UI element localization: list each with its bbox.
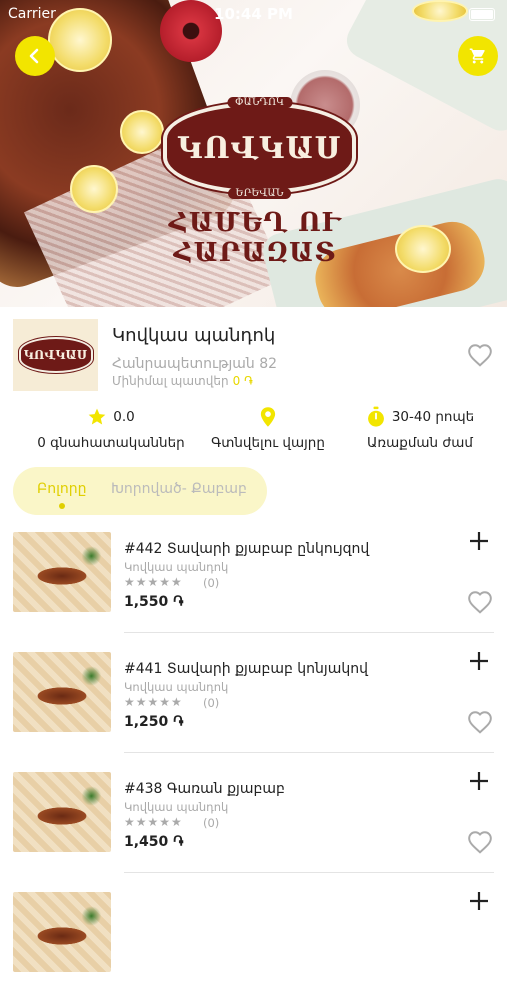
item-restaurant: Կովկաս պանդոկ — [124, 560, 229, 574]
heart-icon — [468, 711, 492, 734]
delivery-time-label: Առաքման ժամ — [367, 435, 473, 451]
heart-icon — [468, 344, 492, 367]
tab-all[interactable]: Բոլորը — [37, 481, 87, 509]
cart-button[interactable] — [458, 36, 498, 76]
star-icon — [88, 408, 106, 425]
status-bar: Carrier 10:44 PM — [0, 0, 507, 28]
item-divider — [124, 872, 494, 873]
plus-icon — [470, 652, 488, 670]
location-label: Գտնվելու վայրը — [211, 435, 325, 451]
active-tab-indicator — [59, 503, 65, 509]
delivery-time-stat: 30-40 րոպե Առաքման ժամ — [350, 406, 490, 451]
add-item-button[interactable] — [468, 888, 490, 918]
item-title: #441 Տավարի քյաբաբ կոնյակով — [124, 661, 368, 677]
heart-icon — [468, 591, 492, 614]
menu-item[interactable]: #441 Տավարի քյաբաբ կոնյակով Կովկաս պանդո… — [0, 640, 507, 760]
item-title: #442 Տավարի քյաբաբ ընկույզով — [124, 541, 370, 557]
add-item-button[interactable] — [468, 768, 490, 798]
item-review-count: (0) — [203, 696, 220, 710]
min-order-label: Մինիմալ պատվեր — [112, 374, 229, 388]
stopwatch-icon — [367, 406, 384, 427]
menu-item[interactable]: #442 Տավարի քյաբաբ ընկույզով Կովկաս պանդ… — [0, 520, 507, 640]
plus-icon — [470, 772, 488, 790]
hero-tagline: ՀԱՄԵՂ ՈՒ ՀԱՐԱԶԱՏ — [168, 208, 342, 268]
restaurant-logo: ԿՈՎԿԱՍ — [13, 319, 98, 391]
item-image — [13, 892, 111, 972]
item-image — [13, 652, 111, 732]
tab-grill-kebab[interactable]: Խորոված- Քաբաբ — [111, 481, 247, 497]
location-pin-icon — [260, 407, 276, 427]
menu-item[interactable]: #438 Գառան քյաբաբ Կովկաս պանդոկ ★★★★★ (0… — [0, 760, 507, 880]
item-price: 1,250 ֏ — [124, 714, 184, 730]
brand-name: ԿՈՎԿԱՍ — [177, 130, 342, 166]
battery-icon — [469, 8, 495, 21]
item-restaurant: Կովկաս պանդոկ — [124, 680, 229, 694]
item-price: 1,550 ֏ — [124, 594, 184, 610]
delivery-time-value: 30-40 րոպե — [391, 409, 475, 425]
add-item-button[interactable] — [468, 528, 490, 558]
back-button[interactable] — [15, 36, 55, 76]
restaurant-address: Հանրապետության 82 — [112, 356, 278, 372]
item-stars: ★★★★★ — [124, 695, 183, 709]
tab-all-label: Բոլորը — [37, 481, 87, 497]
hero-banner: ՓԱՆԴՈԿ ԿՈՎԿԱՍ ԵՐԵՎԱՆ ՀԱՄԵՂ ՈՒ ՀԱՐԱԶԱՏ — [0, 0, 507, 307]
rating-label: 0 գնահատականներ — [37, 435, 185, 451]
tab-grill-label: Խորոված- Քաբաբ — [111, 481, 247, 497]
item-price: 1,450 ֏ — [124, 834, 184, 850]
rating-stat: 0.0 0 գնահատականներ — [36, 407, 186, 451]
brand-bottom-text: ԵՐԵՎԱՆ — [227, 188, 292, 199]
menu-item[interactable] — [0, 880, 507, 1000]
min-order: Մինիմալ պատվեր 0 ֏ — [112, 374, 253, 389]
item-image — [13, 532, 111, 612]
min-order-value: 0 ֏ — [232, 374, 253, 388]
plus-icon — [470, 892, 488, 910]
restaurant-logo-text: ԿՈՎԿԱՍ — [18, 337, 93, 373]
location-stat[interactable]: Գտնվելու վայրը — [198, 407, 338, 451]
status-time: 10:44 PM — [214, 5, 293, 23]
item-stars: ★★★★★ — [124, 815, 183, 829]
item-image — [13, 772, 111, 852]
item-favorite-button[interactable] — [467, 710, 493, 738]
item-review-count: (0) — [203, 816, 220, 830]
item-restaurant: Կովկաս պանդոկ — [124, 800, 229, 814]
item-stars: ★★★★★ — [124, 575, 183, 589]
item-favorite-button[interactable] — [467, 590, 493, 618]
plus-icon — [470, 532, 488, 550]
brand-top-text: ՓԱՆԴՈԿ — [227, 97, 292, 108]
item-divider — [124, 752, 494, 753]
item-title: #438 Գառան քյաբաբ — [124, 781, 285, 797]
restaurant-name: Կովկաս պանդոկ — [112, 325, 276, 346]
chevron-left-icon — [29, 48, 39, 64]
cart-icon — [469, 48, 485, 64]
favorite-button[interactable] — [467, 343, 493, 371]
item-divider — [124, 632, 494, 633]
rating-value: 0.0 — [113, 409, 135, 425]
heart-icon — [468, 831, 492, 854]
category-tabs: Բոլորը Խորոված- Քաբաբ — [13, 467, 267, 515]
brand-logo: ՓԱՆԴՈԿ ԿՈՎԿԱՍ ԵՐԵՎԱՆ — [163, 97, 356, 199]
add-item-button[interactable] — [468, 648, 490, 678]
item-favorite-button[interactable] — [467, 830, 493, 858]
item-review-count: (0) — [203, 576, 220, 590]
